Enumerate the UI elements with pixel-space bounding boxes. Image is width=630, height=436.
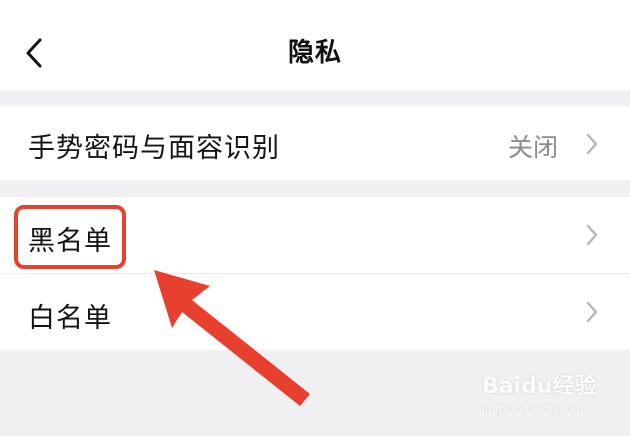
settings-item-gesture-face[interactable]: 手势密码与面容识别 关闭 xyxy=(0,106,630,180)
highlight-box xyxy=(14,205,126,269)
page-title: 隐私 xyxy=(287,38,342,68)
chevron-right-icon xyxy=(586,133,598,155)
chevron-right-icon xyxy=(586,301,598,323)
settings-item-label: 手势密码与面容识别 xyxy=(28,133,280,164)
watermark-url: jingyan.baidu.com xyxy=(482,402,584,415)
watermark-brand: Baidu经验 xyxy=(482,374,597,399)
navigation-bar: 隐私 xyxy=(0,0,630,90)
chevron-right-icon xyxy=(586,224,598,246)
annotation-arrow-icon xyxy=(154,270,310,406)
settings-item-label: 白名单 xyxy=(28,303,112,334)
settings-item-value: 关闭 xyxy=(507,133,558,162)
watermark: Baidu经验 jingyan.baidu.com xyxy=(482,368,622,428)
